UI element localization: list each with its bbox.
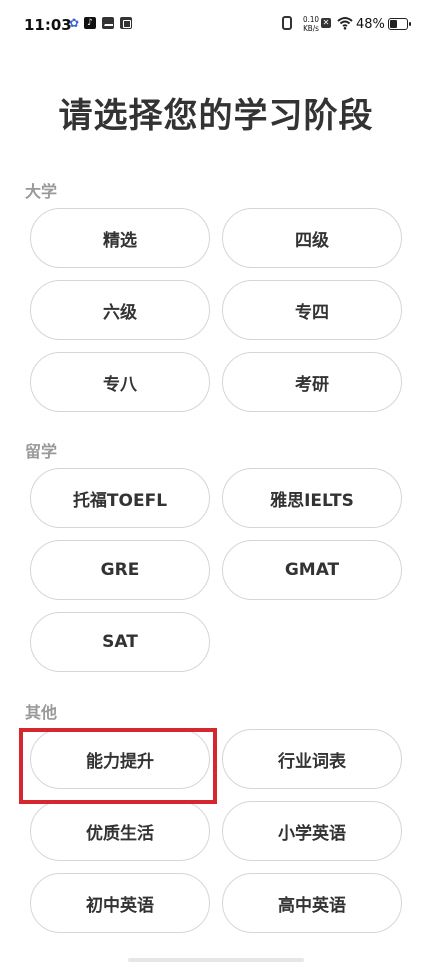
battery-level [390, 20, 398, 28]
wifi-icon [337, 17, 353, 30]
section-label-study-abroad: 留学 [25, 442, 58, 461]
home-indicator [128, 958, 304, 962]
option-industry-vocab-button[interactable]: 行业词表 [222, 729, 402, 789]
battery-icon [388, 18, 411, 30]
highlight-box [19, 728, 217, 804]
option-sat-button[interactable]: SAT [30, 612, 210, 672]
study-abroad-options: 托福TOEFL 雅思IELTS GRE GMAT SAT [30, 468, 402, 672]
page-title: 请选择您的学习阶段 [58, 96, 374, 136]
box-icon [120, 17, 132, 29]
battery-percentage: 48% [356, 17, 385, 32]
option-cet6-button[interactable]: 六级 [30, 280, 210, 340]
option-tem4-button[interactable]: 专四 [222, 280, 402, 340]
option-quality-life-button[interactable]: 优质生活 [30, 801, 210, 861]
option-tem8-button[interactable]: 专八 [30, 352, 210, 412]
tiktok-icon: ♪ [84, 17, 96, 29]
option-toefl-button[interactable]: 托福TOEFL [30, 468, 210, 528]
option-senior-high-english-button[interactable]: 高中英语 [222, 873, 402, 933]
no-sim-icon: ✕ [321, 18, 331, 28]
mail-icon [102, 17, 114, 29]
option-primary-english-button[interactable]: 小学英语 [222, 801, 402, 861]
option-gmat-button[interactable]: GMAT [222, 540, 402, 600]
paw-icon: ✿ [68, 16, 80, 30]
option-gre-button[interactable]: GRE [30, 540, 210, 600]
option-junior-high-english-button[interactable]: 初中英语 [30, 873, 210, 933]
university-options: 精选 四级 六级 专四 专八 考研 [30, 208, 402, 412]
option-jingxuan-button[interactable]: 精选 [30, 208, 210, 268]
section-label-university: 大学 [25, 182, 58, 201]
status-time: 11:03 [24, 16, 72, 34]
option-ielts-button[interactable]: 雅思IELTS [222, 468, 402, 528]
option-kaoyan-button[interactable]: 考研 [222, 352, 402, 412]
section-label-other: 其他 [25, 703, 58, 722]
status-bar: 11:03 ✿ ♪ 0.10 KB/s ✕ 48% [0, 0, 432, 52]
vibrate-icon [282, 16, 292, 30]
option-cet4-button[interactable]: 四级 [222, 208, 402, 268]
